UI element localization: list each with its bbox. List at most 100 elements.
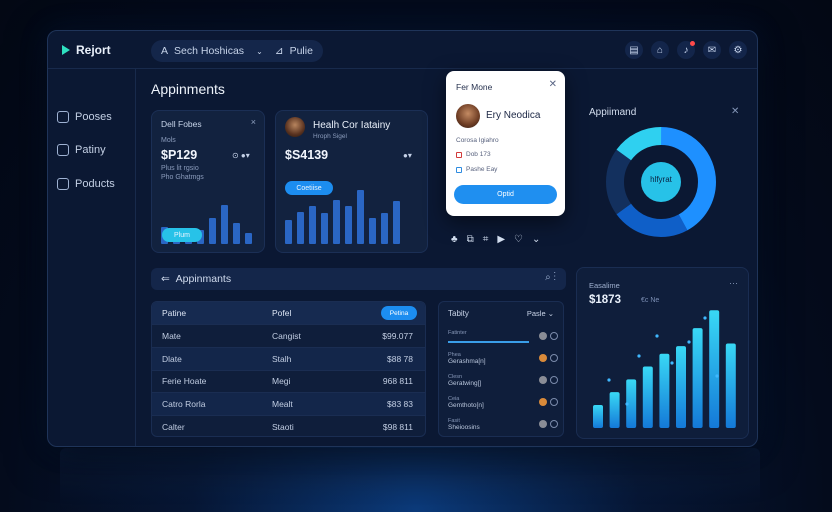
toggle[interactable] xyxy=(539,332,558,340)
document-icon xyxy=(57,144,69,156)
users-icon[interactable]: ♣ xyxy=(451,234,458,245)
table-row[interactable]: Dlate Stalh $88 78 xyxy=(152,346,425,370)
table-cell: $99.077 xyxy=(382,330,413,341)
chart-bar xyxy=(709,310,720,428)
table-cell: Catro Rorla xyxy=(162,399,206,410)
status-dot xyxy=(539,376,547,384)
profile-line-1: Corosa Igiahro xyxy=(456,137,499,144)
table-row[interactable]: Catro Rorla Mealt $83 83 xyxy=(152,392,425,416)
calendar-icon xyxy=(456,151,462,158)
list-item[interactable]: Clesn Geratwing[] xyxy=(448,374,558,387)
table-row[interactable]: Mate Cangist $99.077 xyxy=(152,324,425,347)
column-header-pill[interactable]: Petina xyxy=(381,306,417,320)
sidebar-item-poducts[interactable]: Poducts xyxy=(57,178,115,190)
crop-icon[interactable]: ⌗ xyxy=(483,234,489,245)
list-item[interactable]: Phea Gerashma[n] xyxy=(448,352,558,365)
table-header: Patine Pofel Petina xyxy=(152,302,425,324)
inbox-icon[interactable]: ✉ xyxy=(703,41,721,59)
chart-bar xyxy=(642,366,653,428)
copy-icon[interactable]: ⧉ xyxy=(467,234,474,245)
card-title: Dell Fobes xyxy=(161,119,202,129)
calendar-icon[interactable]: ▤ xyxy=(625,41,643,59)
chart-bar xyxy=(676,346,686,428)
bar xyxy=(297,211,304,244)
sidebar-item-label: Patiny xyxy=(75,144,106,156)
revenue-chart-card: Easalime ⋯ $1873 €c Ne xyxy=(576,267,749,439)
notification-bell-icon[interactable]: ♪ xyxy=(677,41,695,59)
search-bar[interactable]: A Sech Hoshicas ⌄ ⊿ Pulie xyxy=(151,40,323,62)
stats-card-1[interactable]: Dell Fobes × Mols $P129 ⊙ ●▾ Plus lit rg… xyxy=(151,110,265,253)
sidebar-item-pooses[interactable]: Pooses xyxy=(57,111,112,123)
list-item[interactable]: Fatinter xyxy=(448,330,558,343)
column-header[interactable]: Patine xyxy=(152,308,272,318)
settings-icon[interactable]: ⚙ xyxy=(729,41,747,59)
toggle[interactable] xyxy=(539,398,558,406)
donut-center-label: hlfyrat xyxy=(650,175,672,184)
list-item[interactable]: Ceia Gemthoto[n] xyxy=(448,396,558,409)
option-button[interactable]: Optid xyxy=(454,185,557,204)
sparkle-dot xyxy=(670,361,674,365)
table-cell: Mealt xyxy=(272,399,293,410)
video-icon[interactable]: ▶ xyxy=(497,234,505,245)
appointments-filter-bar[interactable]: ⇐ Appinmants ⌕ ⋮ xyxy=(151,268,566,290)
donut-title: Appiimand xyxy=(589,107,637,118)
close-icon[interactable]: × xyxy=(251,117,256,127)
chevron-down-icon[interactable]: ⌄ xyxy=(532,234,540,245)
heart-icon[interactable]: ♡ xyxy=(514,234,523,245)
bar xyxy=(393,201,400,244)
table-cell: Ferie Hoate xyxy=(162,376,207,387)
toggle[interactable] xyxy=(539,376,558,384)
filter-icon: ⊿ xyxy=(274,45,284,57)
phone-icon xyxy=(456,166,462,173)
tag-icon xyxy=(57,111,69,123)
card-line-2: Pho Ghatmgs xyxy=(161,174,204,181)
table-row[interactable]: Calter Staoti $98 811 xyxy=(152,415,425,436)
toggle-icons[interactable]: ●▾ xyxy=(403,151,412,160)
plum-button[interactable]: Plum xyxy=(162,228,202,242)
status-dot xyxy=(539,398,547,406)
close-icon[interactable]: ✕ xyxy=(549,79,557,90)
card-subtitle: Hroph Sigel xyxy=(313,133,347,140)
box-icon xyxy=(57,178,69,190)
panel-title: Tabity xyxy=(448,309,469,318)
brand-name: Rejort xyxy=(76,43,111,57)
column-header[interactable]: Pofel xyxy=(272,308,372,318)
sparkle-dot xyxy=(715,374,719,378)
sidebar: Pooses Patiny Poducts xyxy=(48,69,136,446)
table-cell: Mate xyxy=(162,330,181,341)
back-arrow-icon[interactable]: ⇐ xyxy=(161,273,170,285)
list-item[interactable]: Fasit Sheioosins xyxy=(448,418,558,431)
profile-name: Ery Neodica xyxy=(486,110,541,121)
toggle-ring-icon xyxy=(550,354,558,362)
sidebar-item-label: Poducts xyxy=(75,178,115,190)
sidebar-item-patiny[interactable]: Patiny xyxy=(57,144,106,156)
panel-dropdown[interactable]: Pasle ⌄ xyxy=(527,309,554,318)
toggle-ring-icon xyxy=(550,376,558,384)
profile-line-3: Pashe Eay xyxy=(456,166,497,173)
card-value: $S4139 xyxy=(285,148,329,162)
table-cell: Megi xyxy=(272,376,291,387)
toggle[interactable] xyxy=(539,420,558,428)
stats-card-2[interactable]: Healh Cor Iatainy Hroph Sigel $S4139 ●▾ … xyxy=(275,110,428,253)
brand[interactable]: Rejort xyxy=(62,43,111,57)
profile-line-2: Dob 173 xyxy=(456,151,491,158)
bar xyxy=(209,218,216,244)
card-line-1: Plus lit rgsio xyxy=(161,165,199,172)
activity-panel: Tabity Pasle ⌄ Fatinter Phea Gerashma[n] Cl… xyxy=(438,301,564,437)
home-icon[interactable]: ⌂ xyxy=(651,41,669,59)
table-cell: $88 78 xyxy=(387,353,413,364)
sparkle-dot xyxy=(637,354,641,358)
page-title: Appinments xyxy=(151,81,225,97)
toggle-icons[interactable]: ⊙ ●▾ xyxy=(232,151,250,160)
bar xyxy=(321,212,328,244)
window-reflection xyxy=(60,448,760,508)
search-icon[interactable]: ⌕ ⋮ xyxy=(545,272,556,283)
bar xyxy=(309,205,316,244)
filter-label[interactable]: Pulie xyxy=(290,45,313,57)
filter-bar-label: ⇐ Appinmants xyxy=(161,273,232,285)
toggle[interactable] xyxy=(539,354,558,362)
chevron-down-icon[interactable]: ⌄ xyxy=(256,47,263,56)
table-row[interactable]: Ferie Hoate Megi 968 811 xyxy=(152,369,425,393)
close-icon[interactable]: ✕ xyxy=(731,106,739,117)
sparkle-dot xyxy=(703,316,707,320)
